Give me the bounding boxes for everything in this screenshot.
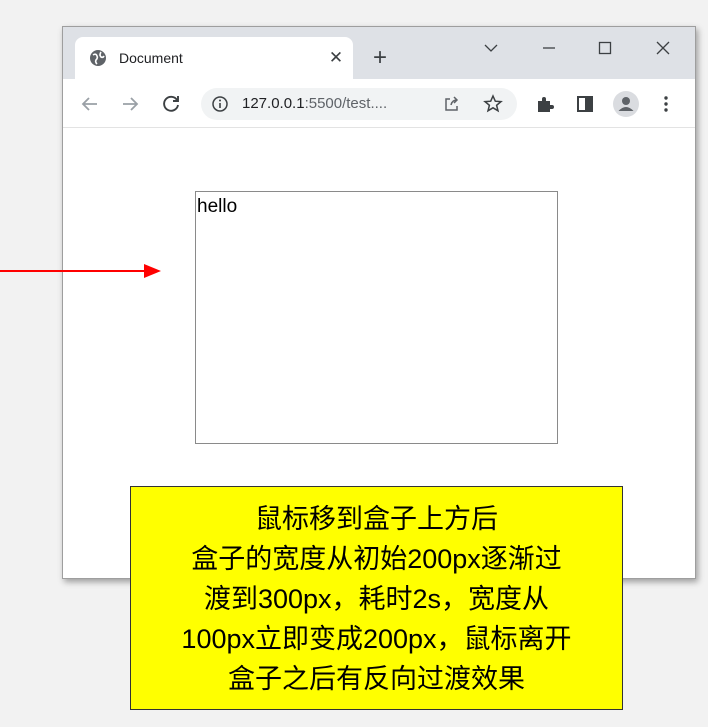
info-icon[interactable] (211, 95, 229, 113)
maximize-icon[interactable] (589, 35, 621, 61)
new-tab-button[interactable]: + (369, 46, 391, 70)
close-window-icon[interactable] (647, 35, 679, 61)
title-bar: Document ✕ + (63, 27, 695, 79)
note-line-3: 渡到300px，耗时2s，宽度从 (203, 584, 550, 614)
browser-toolbar: 127.0.0.1:5500/test.... (63, 79, 695, 128)
note-line-1: 鼠标移到盒子上方后 (255, 504, 498, 534)
address-bar[interactable]: 127.0.0.1:5500/test.... (201, 88, 517, 120)
globe-icon (89, 49, 107, 67)
back-arrow-icon[interactable] (79, 93, 101, 115)
chevron-down-icon[interactable] (475, 35, 507, 61)
kebab-menu-icon[interactable] (655, 93, 677, 115)
forward-arrow-icon[interactable] (119, 93, 141, 115)
red-arrow-icon (0, 264, 161, 278)
reload-icon[interactable] (160, 93, 182, 115)
note-line-2: 盒子的宽度从初始200px逐渐过 (191, 544, 562, 574)
minimize-icon[interactable] (533, 35, 565, 61)
hover-demo-box[interactable]: hello (195, 191, 558, 444)
box-text: hello (197, 196, 238, 217)
note-line-5: 盒子之后有反向过渡效果 (228, 664, 525, 694)
bookmark-star-icon[interactable] (483, 94, 503, 114)
share-icon[interactable] (443, 95, 461, 113)
profile-icon[interactable] (613, 91, 639, 117)
address-path: :5500/test.... (304, 95, 388, 112)
tab-title: Document (119, 50, 183, 66)
annotation-note: 鼠标移到盒子上方后 盒子的宽度从初始200px逐渐过 渡到300px，耗时2s，… (130, 486, 623, 710)
tab-close-icon[interactable]: ✕ (327, 49, 345, 67)
extensions-icon[interactable] (534, 93, 556, 115)
tab-document[interactable]: Document ✕ (75, 37, 353, 79)
address-url[interactable]: 127.0.0.1:5500/test.... (242, 95, 387, 112)
note-line-4: 100px立即变成200px，鼠标离开 (181, 624, 572, 654)
side-panel-icon[interactable] (574, 93, 596, 115)
address-host: 127.0.0.1 (242, 95, 305, 112)
